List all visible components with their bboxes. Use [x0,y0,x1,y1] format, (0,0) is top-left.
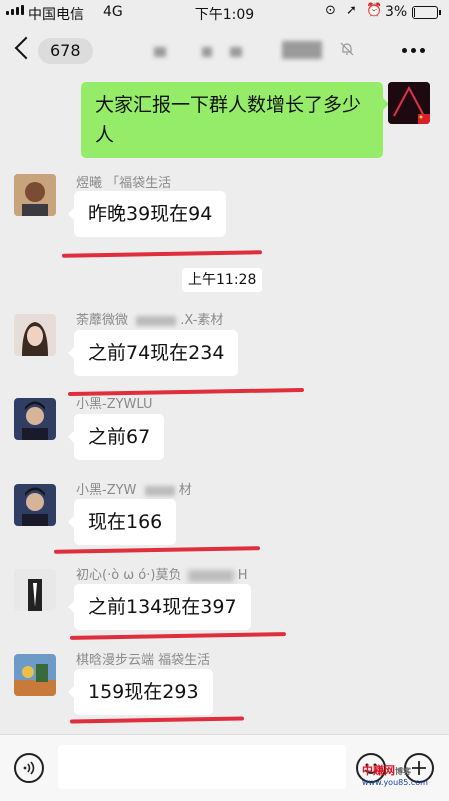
sender-name-tail: H [237,568,248,583]
back-chevron-icon[interactable] [14,36,38,60]
chat-header: 678 [0,26,449,76]
watermark-brand: 中赚网 [362,764,395,777]
watermark-logo: 中赚网博客 www.you85.com [362,762,428,787]
sender-avatar[interactable] [14,314,56,356]
unread-count-badge[interactable]: 678 [38,38,93,64]
rotation-lock-icon: ⊙ [325,3,336,18]
message-bubble[interactable]: 159现在293 [68,669,213,715]
my-message-bubble[interactable]: 大家汇报一下群人数增长了多少人 [81,82,389,158]
message-bubble[interactable]: 现在166 [67,499,177,545]
voice-input-icon[interactable] [14,753,44,783]
message-bubble[interactable]: 之前74现在234 [67,330,239,376]
redaction-blur [187,569,234,582]
sender-name: 小黑-ZYW [76,483,137,498]
location-icon: ➚ [346,3,357,18]
status-bar: 中国电信 4G 下午1:09 ⊙ ➚ ⏰ 3% [0,0,449,26]
alarm-icon: ⏰ [366,3,383,18]
sender-name-tail: .X-素材 [180,313,224,328]
chat-list[interactable]: 大家汇报一下群人数增长了多少人 煜曦 「福袋生活 昨晚39现在94 上午11:2… [0,76,449,734]
red-underline-annotation [69,716,245,724]
battery-percent: 3% [385,4,408,20]
mute-bell-icon [340,42,354,56]
my-avatar[interactable] [388,82,430,124]
sender-name: 煜曦 「福袋生活 [76,176,172,191]
message-bubble[interactable]: 昨晚39现在94 [67,191,227,237]
battery-icon [412,6,441,19]
redaction-blur [144,485,175,496]
message-input[interactable] [58,745,346,789]
watermark-suffix: 博客 [395,767,411,776]
sender-avatar[interactable] [14,569,56,611]
sender-name: 棋晗漫步云端 福袋生活 [76,653,211,668]
red-underline-annotation [53,546,261,554]
sender-avatar[interactable] [14,398,56,440]
red-underline-annotation [69,632,287,640]
sender-name: 初心(·ò ω ó·)莫负 [76,568,182,583]
red-underline-annotation [61,250,263,258]
sender-name-tail: 材 [178,483,192,498]
sender-name-row: 小黑-ZYW 材 [76,479,192,498]
more-options-icon[interactable] [402,48,425,53]
sender-avatar[interactable] [14,484,56,526]
sender-name: 荼蘼微微 [76,313,129,328]
watermark-url: www.you85.com [362,778,428,787]
message-bubble[interactable]: 之前134现在397 [68,584,251,630]
sender-name: 小黑-ZYWLU [76,397,153,412]
time-divider: 上午11:28 [182,268,263,292]
sender-avatar[interactable] [14,654,56,696]
chat-title-redacted [140,39,330,61]
message-bubble[interactable]: 之前67 [67,414,165,460]
sender-name-row: 荼蘼微微 .X-素材 [76,309,223,328]
sender-name-row: 初心(·ò ω ó·)莫负 H [76,564,248,583]
sender-avatar[interactable] [14,174,56,216]
redaction-blur [136,315,177,326]
